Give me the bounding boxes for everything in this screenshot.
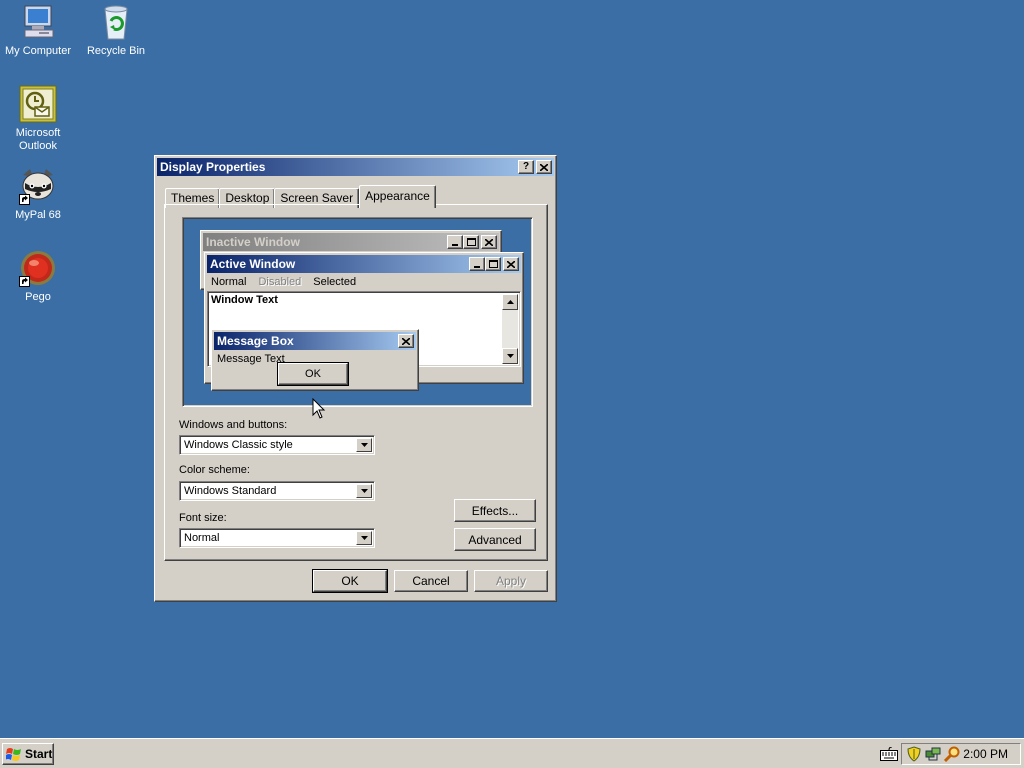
network-icon[interactable]: [925, 746, 941, 762]
font-size-select[interactable]: Normal: [179, 528, 375, 548]
preview-scrollbar: [502, 294, 518, 364]
close-icon: [540, 163, 548, 171]
chevron-down-icon[interactable]: [356, 531, 372, 545]
font-size-label: Font size:: [179, 512, 227, 524]
color-scheme-value: Windows Standard: [184, 485, 277, 497]
my-computer-icon: [19, 3, 57, 41]
effects-button[interactable]: Effects...: [454, 499, 536, 522]
system-tray: 2:00 PM: [901, 743, 1021, 765]
mouse-cursor-icon: [312, 398, 326, 419]
apply-button[interactable]: Apply: [474, 570, 548, 592]
scroll-up-icon: [502, 294, 518, 310]
appearance-panel: Inactive Window Active Window Normal Dis…: [164, 204, 548, 561]
menu-selected: Selected: [313, 276, 357, 288]
tab-appearance[interactable]: Appearance: [359, 185, 436, 208]
desktop-icon-label: Microsoft Outlook: [15, 127, 61, 152]
help-button[interactable]: ?: [518, 160, 534, 174]
preview-menu-bar: Normal Disabled Selected: [207, 273, 521, 291]
pego-icon: [19, 249, 57, 287]
color-scheme-label: Color scheme:: [179, 464, 250, 476]
scroll-down-icon: [502, 348, 518, 364]
ok-button[interactable]: OK: [312, 569, 388, 593]
display-properties-dialog: Display Properties ? Themes Desktop Scre…: [154, 155, 557, 602]
shortcut-arrow-icon: [19, 276, 30, 287]
desktop-icon-recycle-bin[interactable]: Recycle Bin: [78, 3, 154, 58]
help-icon: ?: [522, 161, 530, 172]
start-button[interactable]: Start: [2, 743, 54, 765]
advanced-button[interactable]: Advanced: [454, 528, 536, 551]
font-size-value: Normal: [184, 532, 220, 544]
desktop-icon-my-computer[interactable]: My Computer: [0, 3, 76, 58]
windows-buttons-label: Windows and buttons:: [179, 419, 288, 431]
dialog-titlebar[interactable]: Display Properties ?: [157, 158, 554, 176]
close-icon: [398, 334, 414, 348]
preview-ok-button: OK: [277, 362, 349, 386]
shortcut-arrow-icon: [19, 194, 30, 205]
message-box-title: Message Box: [217, 334, 294, 348]
chevron-down-icon[interactable]: [356, 438, 372, 452]
dialog-title: Display Properties: [160, 160, 266, 174]
clock[interactable]: 2:00 PM: [963, 747, 1008, 761]
minimize-icon: [447, 235, 463, 249]
start-label: Start: [25, 747, 53, 761]
close-icon: [503, 257, 519, 271]
active-window-title: Active Window: [210, 257, 296, 271]
windows-buttons-value: Windows Classic style: [184, 439, 293, 451]
desktop-icon-mypal[interactable]: MyPal 68: [0, 167, 76, 222]
maximize-icon: [485, 257, 501, 271]
close-button[interactable]: [536, 160, 552, 174]
color-scheme-select[interactable]: Windows Standard: [179, 481, 375, 501]
desktop-icon-label: MyPal 68: [15, 209, 61, 221]
menu-disabled: Disabled: [258, 276, 302, 288]
desktop-icon-label: My Computer: [4, 45, 72, 57]
desktop-icon-outlook[interactable]: Microsoft Outlook: [0, 85, 76, 153]
close-icon: [481, 235, 497, 249]
security-shield-icon[interactable]: [906, 746, 922, 762]
window-text: Window Text: [211, 294, 278, 306]
recycle-bin-icon: [97, 3, 135, 41]
active-titlebar: Active Window: [207, 255, 521, 273]
inactive-window-title: Inactive Window: [206, 235, 300, 249]
message-text: Message Text: [217, 353, 285, 365]
preview-message-box: Message Box Message Text OK: [211, 329, 419, 391]
appearance-preview[interactable]: Inactive Window Active Window Normal Dis…: [182, 217, 533, 407]
cancel-button[interactable]: Cancel: [394, 570, 468, 592]
windows-logo-icon: [6, 748, 21, 761]
keyboard-icon[interactable]: [880, 747, 898, 761]
mypal-icon: [19, 167, 57, 205]
desktop-icon-pego[interactable]: Pego: [0, 249, 76, 304]
minimize-icon: [469, 257, 485, 271]
chevron-down-icon[interactable]: [356, 484, 372, 498]
windows-buttons-select[interactable]: Windows Classic style: [179, 435, 375, 455]
search-icon[interactable]: [944, 746, 960, 762]
message-box-titlebar: Message Box: [214, 332, 416, 350]
taskbar: Start 2:00 PM: [0, 738, 1024, 768]
desktop-icon-label: Recycle Bin: [86, 45, 146, 57]
desktop-icon-label: Pego: [25, 291, 51, 303]
inactive-titlebar: Inactive Window: [203, 233, 499, 251]
outlook-icon: [19, 85, 57, 123]
menu-normal: Normal: [211, 276, 247, 288]
maximize-icon: [463, 235, 479, 249]
